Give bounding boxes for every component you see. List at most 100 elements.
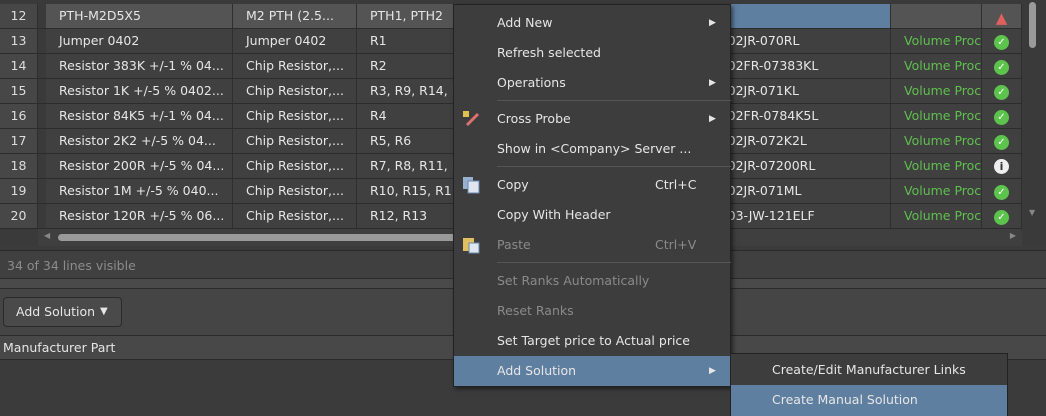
scroll-down-icon[interactable]: ▼	[1029, 208, 1035, 217]
menu-item-copy[interactable]: Copy Ctrl+C	[454, 170, 730, 200]
column-manufacturer-part[interactable]: Manufacturer Part	[3, 340, 115, 355]
copy-shortcut: Ctrl+C	[655, 177, 697, 192]
lines-visible-text: 34 of 34 lines visible	[7, 258, 136, 273]
menu-item-add-solution[interactable]: Add Solution ▶	[454, 356, 730, 386]
row-number: 15	[0, 79, 38, 103]
row-number: 20	[0, 204, 38, 228]
row-number: 17	[0, 129, 38, 153]
cell-status: ✓	[982, 204, 1022, 228]
menu-item-paste: Paste Ctrl+V	[454, 230, 730, 260]
cell-name: Resistor 120R +/-5 % 06...	[46, 204, 233, 228]
menu-item-set-ranks: Set Ranks Automatically	[497, 273, 650, 288]
cell-description: Chip Resistor,...	[233, 79, 357, 103]
cell-name: Resistor 84K5 +/-1 % 04...	[46, 104, 233, 128]
row-number: 13	[0, 29, 38, 53]
cell-description: Chip Resistor,...	[233, 54, 357, 78]
cell-lifecycle: Volume Proc	[891, 179, 982, 203]
paste-icon	[463, 238, 480, 254]
submenu-arrow-icon: ▶	[709, 366, 716, 376]
add-solution-button[interactable]: Add Solution ▼	[3, 297, 122, 327]
cell-designators: PTH1, PTH2	[357, 4, 457, 28]
cell-lifecycle: Volume Proc	[891, 54, 982, 78]
cell-designators: R5, R6	[357, 129, 457, 153]
row-number: 12	[0, 4, 38, 28]
cell-status: i	[982, 154, 1022, 178]
cell-description: M2 PTH (2.5...	[233, 4, 357, 28]
check-circle-icon: ✓	[994, 110, 1009, 125]
menu-item-add-new[interactable]: Add New ▶	[454, 8, 730, 38]
cell-name: Resistor 383K +/-1 % 04...	[46, 54, 233, 78]
scroll-right-icon[interactable]: ▶	[1010, 231, 1016, 240]
cell-name: Jumper 0402	[46, 29, 233, 53]
cell-lifecycle: Volume Proc	[891, 129, 982, 153]
cell-name: Resistor 2K2 +/-5 % 04...	[46, 129, 233, 153]
context-menu: Add New ▶ Refresh selected Operations ▶ Cr…	[453, 4, 731, 387]
cell-lifecycle	[891, 4, 982, 28]
cell-manufacturer-part	[703, 4, 891, 28]
cell-name: Resistor 200R +/-5 % 04...	[46, 154, 233, 178]
row-number: 14	[0, 54, 38, 78]
cell-lifecycle: Volume Proc	[891, 204, 982, 228]
cell-designators: R7, R8, R11, R	[357, 154, 457, 178]
check-circle-icon: ✓	[994, 185, 1009, 200]
cell-lifecycle: Volume Proc	[891, 79, 982, 103]
cell-designators: R3, R9, R14, R	[357, 79, 457, 103]
cell-status: ✓	[982, 29, 1022, 53]
cell-designators: R1	[357, 29, 457, 53]
submenu-arrow-icon: ▶	[709, 78, 716, 88]
info-icon: i	[994, 159, 1009, 174]
cell-status: ✓	[982, 129, 1022, 153]
menu-item-copy-with-header[interactable]: Copy With Header	[454, 200, 730, 230]
check-circle-icon: ✓	[994, 135, 1009, 150]
check-circle-icon: ✓	[994, 35, 1009, 50]
cell-designators: R4	[357, 104, 457, 128]
menu-item-operations[interactable]: Operations ▶	[454, 68, 730, 98]
cross-probe-icon	[463, 111, 480, 127]
cell-designators: R2	[357, 54, 457, 78]
row-number: 19	[0, 179, 38, 203]
row-number: 16	[0, 104, 38, 128]
cell-description: Jumper 0402	[233, 29, 357, 53]
menu-item-reset-ranks: Reset Ranks	[497, 303, 574, 318]
menu-separator	[497, 100, 731, 101]
check-circle-icon: ✓	[994, 85, 1009, 100]
menu-item-create-manual-solution[interactable]: Create Manual Solution	[731, 385, 1007, 416]
paste-shortcut: Ctrl+V	[655, 237, 697, 252]
vertical-scrollbar[interactable]: ▼	[1022, 0, 1046, 246]
scroll-thumb-vertical[interactable]	[1029, 2, 1036, 48]
submenu-arrow-icon: ▶	[709, 114, 716, 124]
copy-icon	[463, 177, 480, 194]
menu-item-set-target-price[interactable]: Set Target price to Actual price	[454, 326, 730, 356]
cell-description: Chip Resistor,...	[233, 129, 357, 153]
check-circle-icon: ✓	[994, 210, 1009, 225]
cell-status: ✓	[982, 79, 1022, 103]
cell-designators: R12, R13	[357, 204, 457, 228]
scroll-thumb[interactable]	[58, 234, 458, 241]
row-number: 18	[0, 154, 38, 178]
menu-item-show-in-server[interactable]: Show in <Company> Server ...	[454, 134, 730, 164]
cell-status: ✓	[982, 104, 1022, 128]
menu-separator	[497, 262, 731, 263]
cell-name: Resistor 1M +/-5 % 040...	[46, 179, 233, 203]
cell-name: Resistor 1K +/-5 % 0402...	[46, 79, 233, 103]
cell-name: PTH-M2D5X5	[46, 4, 233, 28]
add-solution-submenu: Create/Edit Manufacturer Links Create Ma…	[730, 353, 1008, 416]
menu-separator	[497, 166, 731, 167]
cell-lifecycle: Volume Proc	[891, 29, 982, 53]
cell-description: Chip Resistor,...	[233, 204, 357, 228]
add-solution-label: Add Solution	[16, 304, 96, 319]
cell-description: Chip Resistor,...	[233, 104, 357, 128]
cell-designators: R10, R15, R1...	[357, 179, 457, 203]
cell-lifecycle: Volume Proc	[891, 104, 982, 128]
cell-status: ✓	[982, 54, 1022, 78]
menu-item-cross-probe[interactable]: Cross Probe ▶	[454, 104, 730, 134]
check-circle-icon: ✓	[994, 60, 1009, 75]
cell-status: ▲	[982, 4, 1022, 28]
scroll-left-icon[interactable]: ◀	[44, 231, 50, 240]
cell-description: Chip Resistor,...	[233, 179, 357, 203]
submenu-arrow-icon: ▶	[709, 18, 716, 28]
cell-lifecycle: Volume Proc	[891, 154, 982, 178]
menu-item-refresh-selected[interactable]: Refresh selected	[454, 38, 730, 68]
menu-item-create-edit-links[interactable]: Create/Edit Manufacturer Links	[731, 355, 1007, 385]
chevron-down-icon: ▼	[100, 306, 108, 317]
